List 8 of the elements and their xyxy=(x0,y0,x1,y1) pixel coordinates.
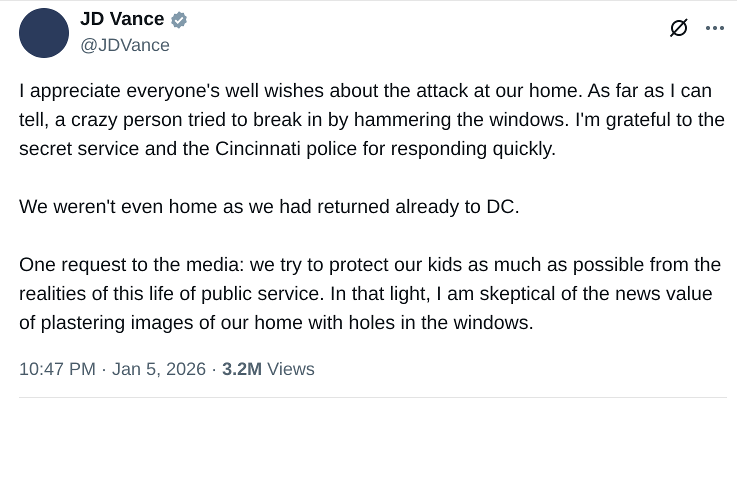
author-handle[interactable]: @JDVance xyxy=(80,33,188,57)
avatar[interactable] xyxy=(19,8,69,58)
post-paragraph: One request to the media: we try to protect our kids as much as possible from the realities of this life of public service. In that light, I am skeptical of the news value of plastering images of our home with holes in the windows. xyxy=(19,253,722,336)
post-meta: 10:47 PM · Jan 5, 2026 · 3.2M Views xyxy=(19,359,315,379)
post-paragraph: We weren't even home as we had returned already to DC. xyxy=(19,195,521,220)
post-paragraph: I appreciate everyone's well wishes about the attack at our home. As far as I can tell, a crazy person tried to break in by hammering the windows. I'm grateful to the secret service and the Cincinnati police for responding quickly. xyxy=(19,79,726,162)
more-options-icon[interactable] xyxy=(705,25,725,31)
author-name[interactable]: JD Vance xyxy=(80,8,164,32)
